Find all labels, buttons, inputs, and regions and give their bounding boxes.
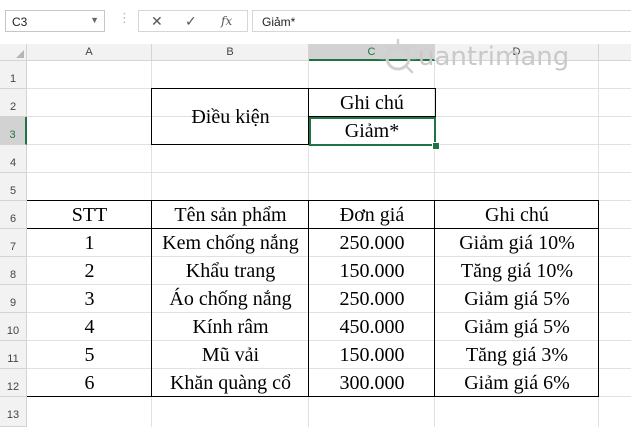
note-cell[interactable]: Giảm giá 5% [435,285,599,313]
header-product-name-cell[interactable]: Tên sản phẩm [152,201,309,229]
column-header-a[interactable]: A [27,44,152,61]
formula-buttons: ✕ ✓ fx [138,10,248,32]
table-border [434,200,435,397]
stt-cell[interactable]: 6 [27,369,152,397]
column-header-e[interactable] [599,44,631,61]
quantrimang-logo-icon [378,38,418,74]
row-header-8[interactable]: 8 [0,257,27,285]
stt-cell[interactable]: 3 [27,285,152,313]
row-header-13[interactable]: 13 [0,397,27,427]
price-cell[interactable]: 450.000 [309,313,435,341]
product-name-cell[interactable]: Kính râm [152,313,309,341]
price-cell[interactable]: 250.000 [309,285,435,313]
table-border [27,228,599,229]
header-stt-cell[interactable]: STT [27,201,152,229]
function-icon[interactable]: fx [221,14,232,28]
table-border [27,200,599,201]
header-note-cell[interactable]: Ghi chú [435,201,599,229]
table-border [308,200,309,397]
row-header-2[interactable]: 2 [0,89,27,117]
name-box-value: C3 [12,15,28,29]
stt-cell[interactable]: 4 [27,313,152,341]
name-box[interactable]: C3 ▼ [5,10,105,32]
stt-cell[interactable]: 1 [27,229,152,257]
stt-cell[interactable]: 5 [27,341,152,369]
row-header-3[interactable]: 3 [0,117,27,145]
row-header-5[interactable]: 5 [0,173,27,201]
note-cell[interactable]: Tăng giá 10% [435,257,599,285]
price-cell[interactable]: 150.000 [309,341,435,369]
table-border [598,200,599,397]
select-all-icon [16,50,24,58]
row-header-12[interactable]: 12 [0,369,27,397]
stt-cell[interactable]: 2 [27,257,152,285]
note-cell[interactable]: Giảm giá 6% [435,369,599,397]
cancel-icon[interactable]: ✕ [151,13,163,30]
watermark: uantrimang [378,38,598,80]
row-header-7[interactable]: 7 [0,229,27,257]
product-name-cell[interactable]: Khăn quàng cổ [152,369,309,397]
row-header-10[interactable]: 10 [0,313,27,341]
row-header-11[interactable]: 11 [0,341,27,369]
product-name-cell[interactable]: Áo chống nắng [152,285,309,313]
active-cell-selection[interactable] [309,117,436,146]
row-header-1[interactable]: 1 [0,61,27,89]
row-header-4[interactable]: 4 [0,145,27,173]
row-header-6[interactable]: 6 [0,201,27,229]
product-name-cell[interactable]: Mũ vải [152,341,309,369]
table-border [151,88,436,89]
condition-header-cell[interactable]: Ghi chú [309,89,435,117]
price-cell[interactable]: 150.000 [309,257,435,285]
row-header-9[interactable]: 9 [0,285,27,313]
price-cell[interactable]: 300.000 [309,369,435,397]
header-price-cell[interactable]: Đơn giá [309,201,435,229]
formula-text: Giảm* [262,15,296,29]
column-header-b[interactable]: B [152,44,309,61]
table-border [27,396,599,397]
select-all-corner[interactable] [0,44,27,61]
formula-input[interactable]: Giảm* [252,10,631,32]
gridline [27,172,631,173]
condition-label-cell[interactable]: Điều kiện [152,89,309,145]
fill-handle[interactable] [432,142,440,150]
table-border [151,88,152,145]
watermark-text: uantrimang [418,42,570,72]
drag-handle-icon[interactable]: ⋮ [118,10,131,26]
product-name-cell[interactable]: Kem chống nắng [152,229,309,257]
note-cell[interactable]: Tăng giá 3% [435,341,599,369]
table-border [151,200,152,397]
note-cell[interactable]: Giảm giá 5% [435,313,599,341]
chevron-down-icon[interactable]: ▼ [90,15,99,25]
product-name-cell[interactable]: Khẩu trang [152,257,309,285]
note-cell[interactable]: Giảm giá 10% [435,229,599,257]
price-cell[interactable]: 250.000 [309,229,435,257]
enter-icon[interactable]: ✓ [185,13,197,30]
